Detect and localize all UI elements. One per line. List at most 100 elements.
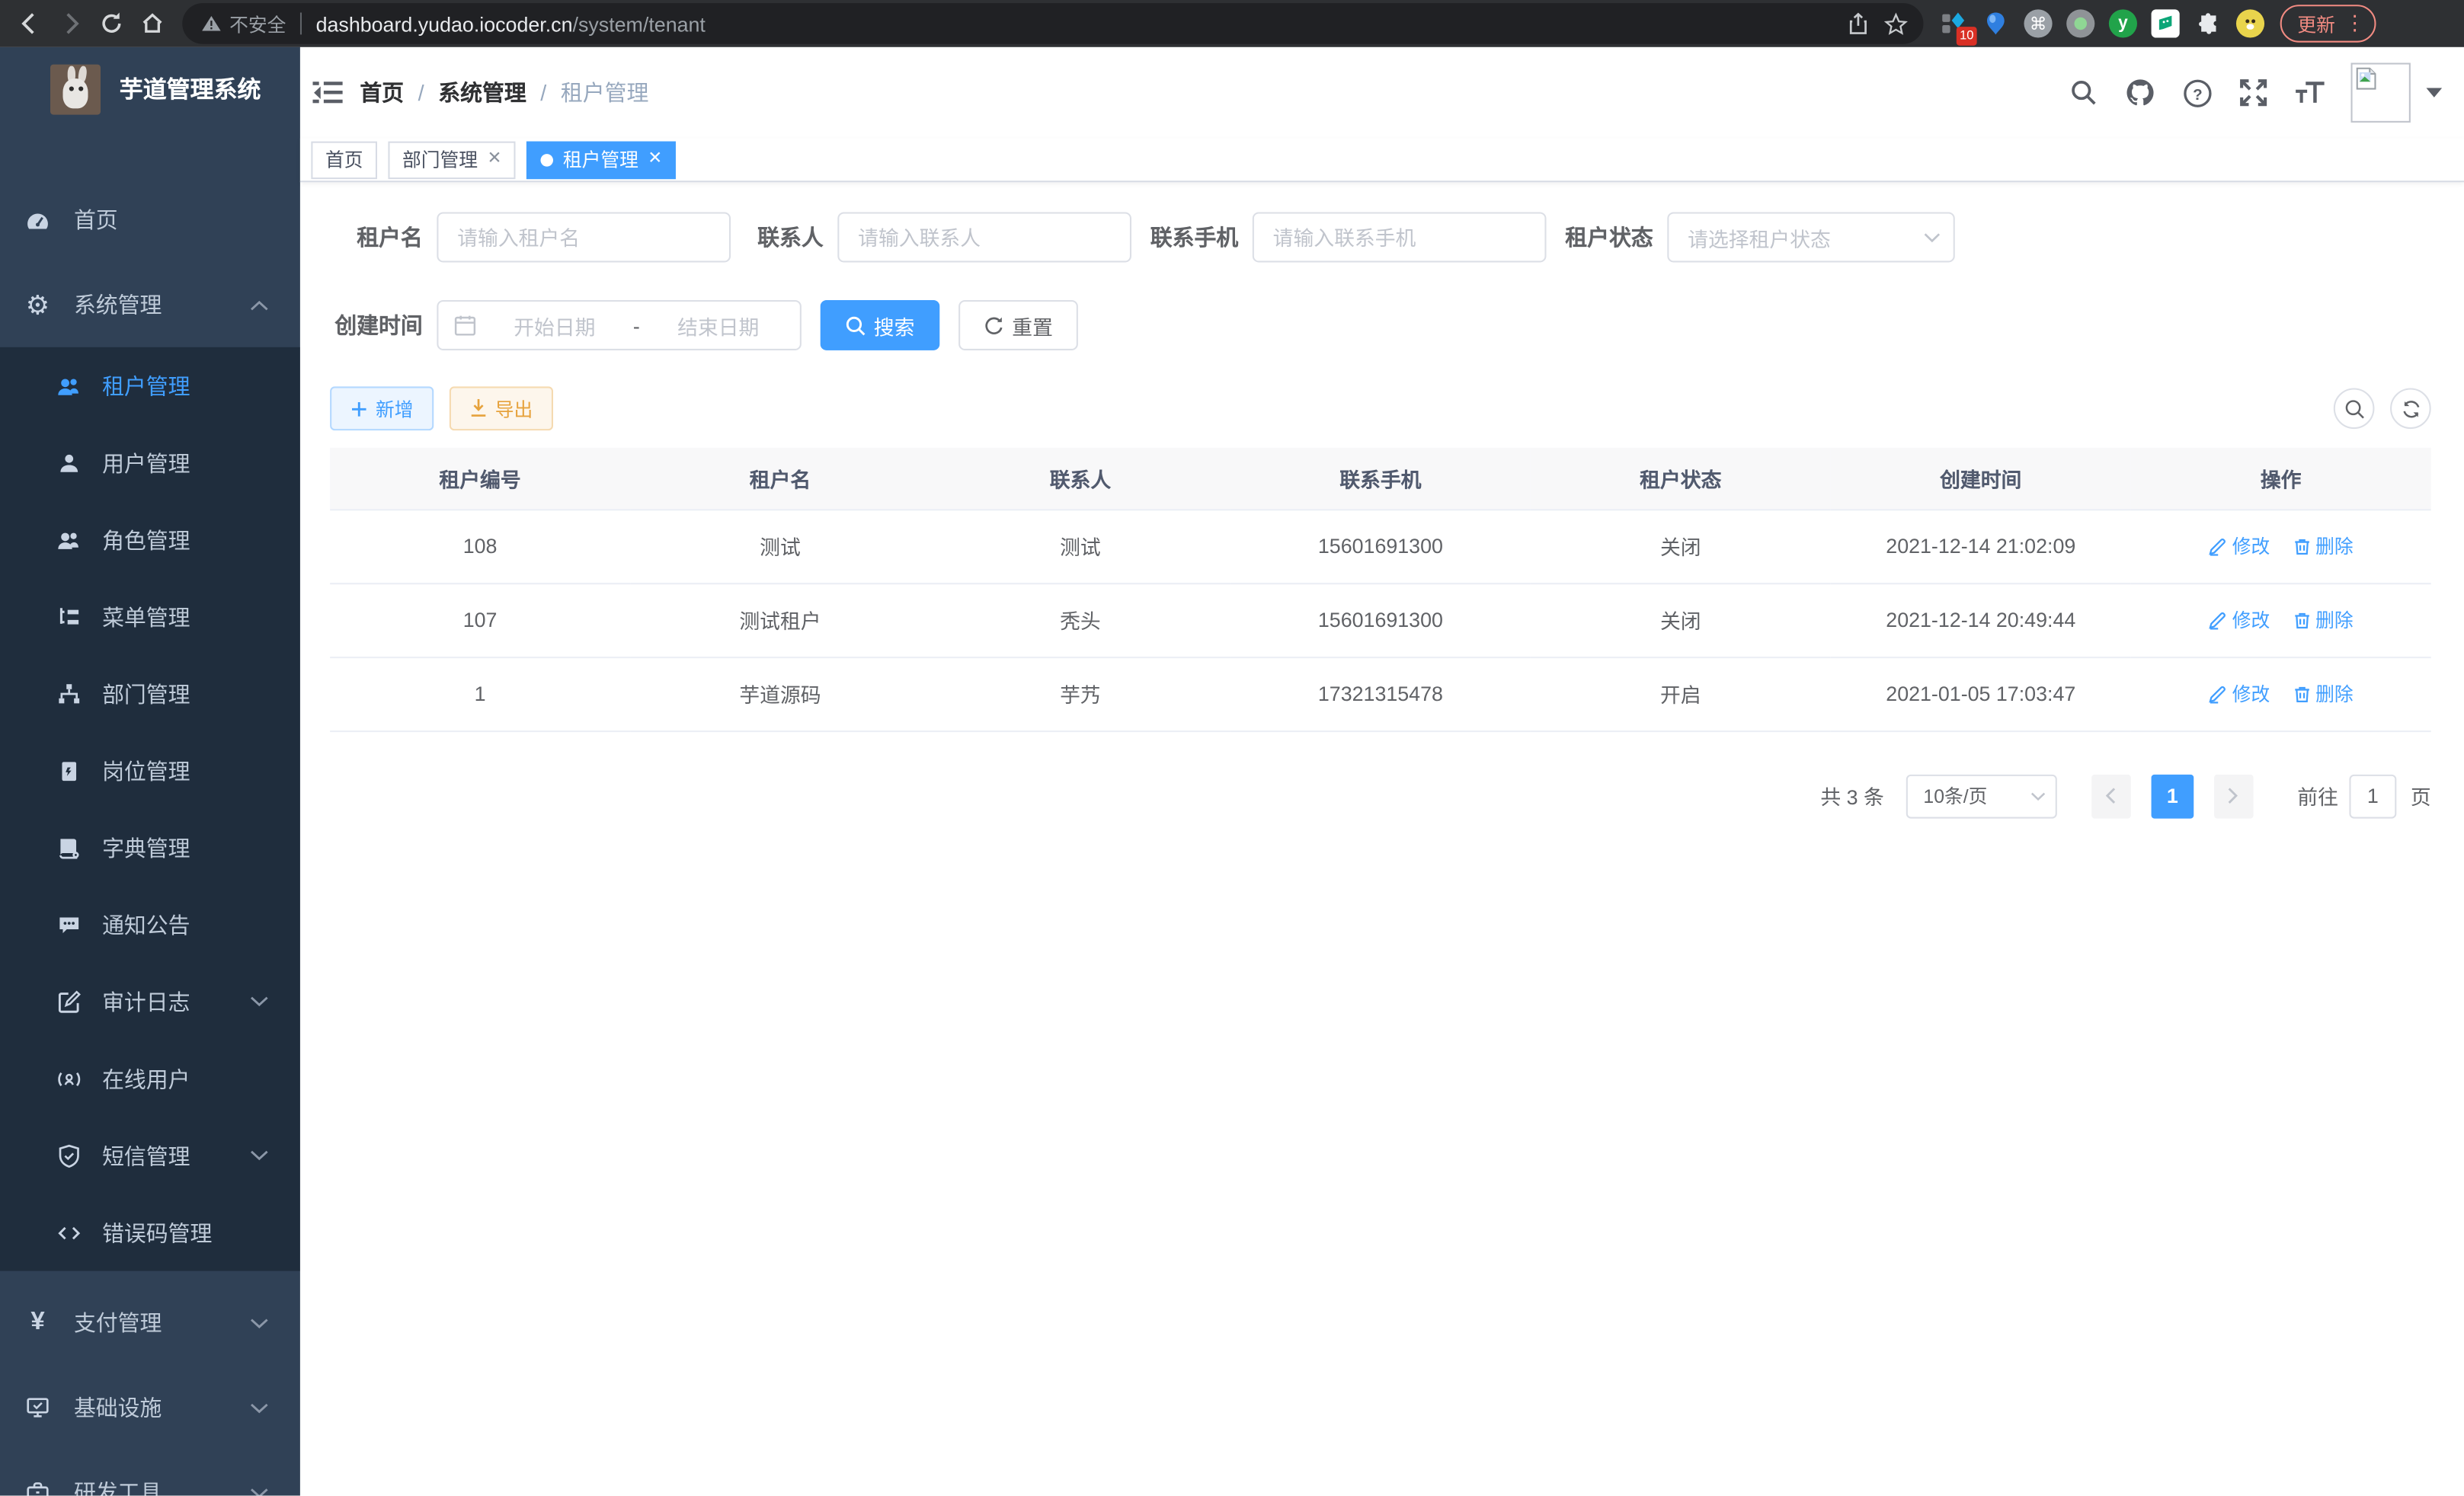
search-icon [846,315,866,336]
profile-avatar-icon[interactable] [2236,9,2264,37]
cell-created: 2021-12-14 21:02:09 [1831,509,2131,583]
sidebar-item-menu[interactable]: 菜单管理 [0,578,300,655]
app-logo-row[interactable]: 芋道管理系统 [0,47,300,130]
header-search-icon[interactable] [2068,77,2099,108]
search-button[interactable]: 搜索 [821,300,940,350]
edit-icon [2209,610,2228,629]
sidebar-toggle-icon[interactable] [300,78,360,107]
sidebar-item-dev-tools[interactable]: 研发工具 [0,1450,300,1496]
prev-page-button[interactable] [2091,774,2131,818]
mobile-input[interactable] [1253,212,1547,262]
breadcrumb-separator: / [418,80,424,105]
sidebar-item-sms[interactable]: 短信管理 [0,1117,300,1194]
help-icon[interactable]: ? [2181,77,2213,108]
sidebar-item-post[interactable]: 岗位管理 [0,732,300,809]
sidebar-item-role[interactable]: 角色管理 [0,501,300,578]
breadcrumb-home[interactable]: 首页 [360,77,404,108]
sidebar-item-user[interactable]: 用户管理 [0,424,300,501]
delete-link[interactable]: 删除 [2292,606,2353,633]
browser-back-icon[interactable] [9,3,50,44]
browser-reload-icon[interactable] [91,3,133,44]
refresh-icon [984,315,1004,336]
user-avatar[interactable] [2351,63,2411,123]
sidebar-item-label: 审计日志 [102,986,190,1017]
tab-tenant[interactable]: 租户管理 ✕ [526,141,676,179]
col-header-id: 租户编号 [330,448,630,509]
roles-icon [56,527,82,552]
close-icon[interactable]: ✕ [648,151,662,168]
reset-button[interactable]: 重置 [958,300,1078,350]
add-button[interactable]: 新增 [330,386,434,430]
sidebar-item-notice[interactable]: 通知公告 [0,886,300,963]
delete-link[interactable]: 删除 [2292,532,2353,559]
site-security[interactable]: 不安全 [201,10,286,37]
github-icon[interactable] [2125,77,2156,108]
extension-command-icon[interactable]: ⌘ [2024,9,2053,37]
search-icon [2344,398,2364,419]
sidebar-item-label: 租户管理 [102,370,190,401]
chevron-up-icon [250,299,269,310]
sidebar-item-infrastructure[interactable]: 基础设施 [0,1365,300,1450]
edit-link[interactable]: 修改 [2209,680,2270,707]
browser-update-button[interactable]: 更新 ⋮ [2280,5,2376,43]
refresh-table-button[interactable] [2390,388,2431,429]
table-toolbar: 新增 导出 [330,386,2431,430]
cell-created: 2021-01-05 17:03:47 [1831,657,2131,730]
trash-icon [2292,610,2311,629]
toggle-search-button[interactable] [2334,388,2375,429]
sidebar-item-error-code[interactable]: 错误码管理 [0,1194,300,1271]
tab-home[interactable]: 首页 [311,141,377,179]
sidebar-item-dict[interactable]: 字典管理 [0,809,300,886]
export-button[interactable]: 导出 [450,386,553,430]
tab-dept[interactable]: 部门管理 ✕ [388,141,516,179]
edit-link[interactable]: 修改 [2209,532,2270,559]
cell-name: 芋道源码 [630,657,930,730]
extensions-puzzle-icon[interactable] [2194,9,2222,37]
active-tab-dot [541,153,554,166]
share-icon[interactable] [1838,5,1877,43]
font-size-icon[interactable] [2294,77,2325,108]
contact-input[interactable] [837,212,1131,262]
extension-dot-icon[interactable] [2066,9,2094,37]
extensions-row: 10 ⌘ y [1939,9,2264,37]
extension-y-icon[interactable]: y [2109,9,2137,37]
date-separator: - [633,313,640,337]
extension-tag-icon[interactable]: 10 [1939,9,1967,37]
sidebar-item-audit-log[interactable]: 审计日志 [0,963,300,1040]
extension-chat-icon[interactable] [2152,9,2180,37]
close-icon[interactable]: ✕ [487,151,501,168]
edit-link[interactable]: 修改 [2209,606,2270,633]
chevron-down-icon [250,996,269,1007]
goto-page-input[interactable] [2349,774,2396,818]
sidebar-item-label: 字典管理 [102,832,190,863]
browser-home-icon[interactable] [132,3,173,44]
sidebar-item-payment[interactable]: ¥ 支付管理 [0,1280,300,1365]
url-bar[interactable]: 不安全 dashboard.yudao.iocoder.cn/system/te… [182,3,1923,44]
svg-text:?: ? [2192,85,2202,103]
end-date-placeholder: 结束日期 [652,310,784,340]
breadcrumb-system[interactable]: 系统管理 [438,77,526,108]
sidebar-item-home[interactable]: 首页 [0,177,300,262]
briefcase-icon [25,1480,50,1496]
next-page-button[interactable] [2214,774,2254,818]
page-number-1[interactable]: 1 [2151,774,2194,818]
tenant-name-input[interactable] [437,212,731,262]
bookmark-star-icon[interactable] [1877,5,1915,43]
sidebar-item-online-user[interactable]: 在线用户 [0,1040,300,1117]
sidebar-item-label: 角色管理 [102,524,190,555]
trash-icon [2292,684,2311,703]
message-icon [56,912,82,937]
page-size-select[interactable]: 10条/页 [1906,774,2057,818]
sidebar-item-dept[interactable]: 部门管理 [0,655,300,732]
delete-link[interactable]: 删除 [2292,680,2353,707]
fullscreen-icon[interactable] [2238,77,2269,108]
extension-balloon-icon[interactable] [1982,9,2010,37]
cell-status: 关闭 [1531,583,1831,657]
date-range-picker[interactable]: 开始日期 - 结束日期 [437,300,802,350]
browser-menu-icon[interactable]: ⋮ [2344,11,2365,36]
sidebar-item-system[interactable]: ⚙ 系统管理 [0,262,300,347]
sidebar-item-tenant[interactable]: 租户管理 [0,347,300,424]
browser-forward-icon[interactable] [50,3,91,44]
status-select[interactable]: 请选择租户状态 [1667,212,1954,262]
user-menu-caret-icon[interactable] [2427,88,2443,97]
